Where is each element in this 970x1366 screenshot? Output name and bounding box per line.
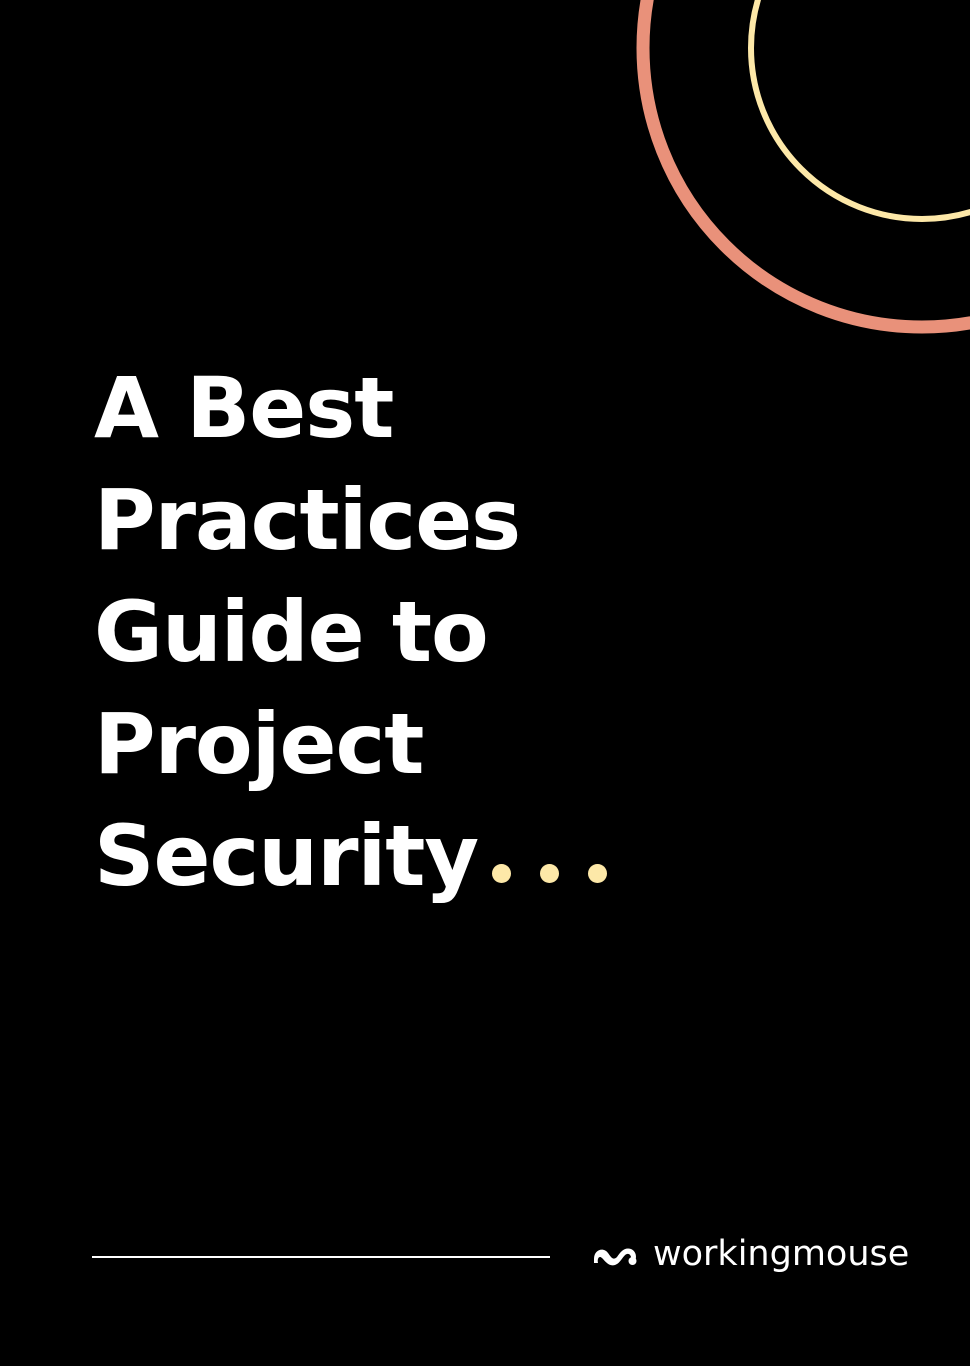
title-line-4: Project: [94, 695, 424, 793]
cover-title: A Best Practices Guide to Project Securi…: [94, 352, 608, 912]
footer-divider: [92, 1256, 550, 1258]
ellipsis-dots: [492, 798, 608, 910]
ellipsis-dot: [492, 864, 512, 883]
ellipsis-dot: [588, 864, 608, 883]
inner-ring: [748, 0, 970, 222]
ellipsis-dot: [540, 864, 560, 883]
title-line-5-wrap: Security: [94, 798, 608, 912]
title-line-2: Practices: [94, 471, 521, 569]
brand-wordmark: workingmouse: [653, 1234, 910, 1274]
outer-ring: [636, 0, 970, 334]
workingmouse-logo-icon: [594, 1248, 637, 1266]
title-line-1: A Best: [94, 359, 394, 457]
title-line-5: Security: [94, 807, 479, 905]
brand-logo: workingmouse: [591, 1230, 909, 1278]
title-line-3: Guide to: [94, 583, 489, 681]
